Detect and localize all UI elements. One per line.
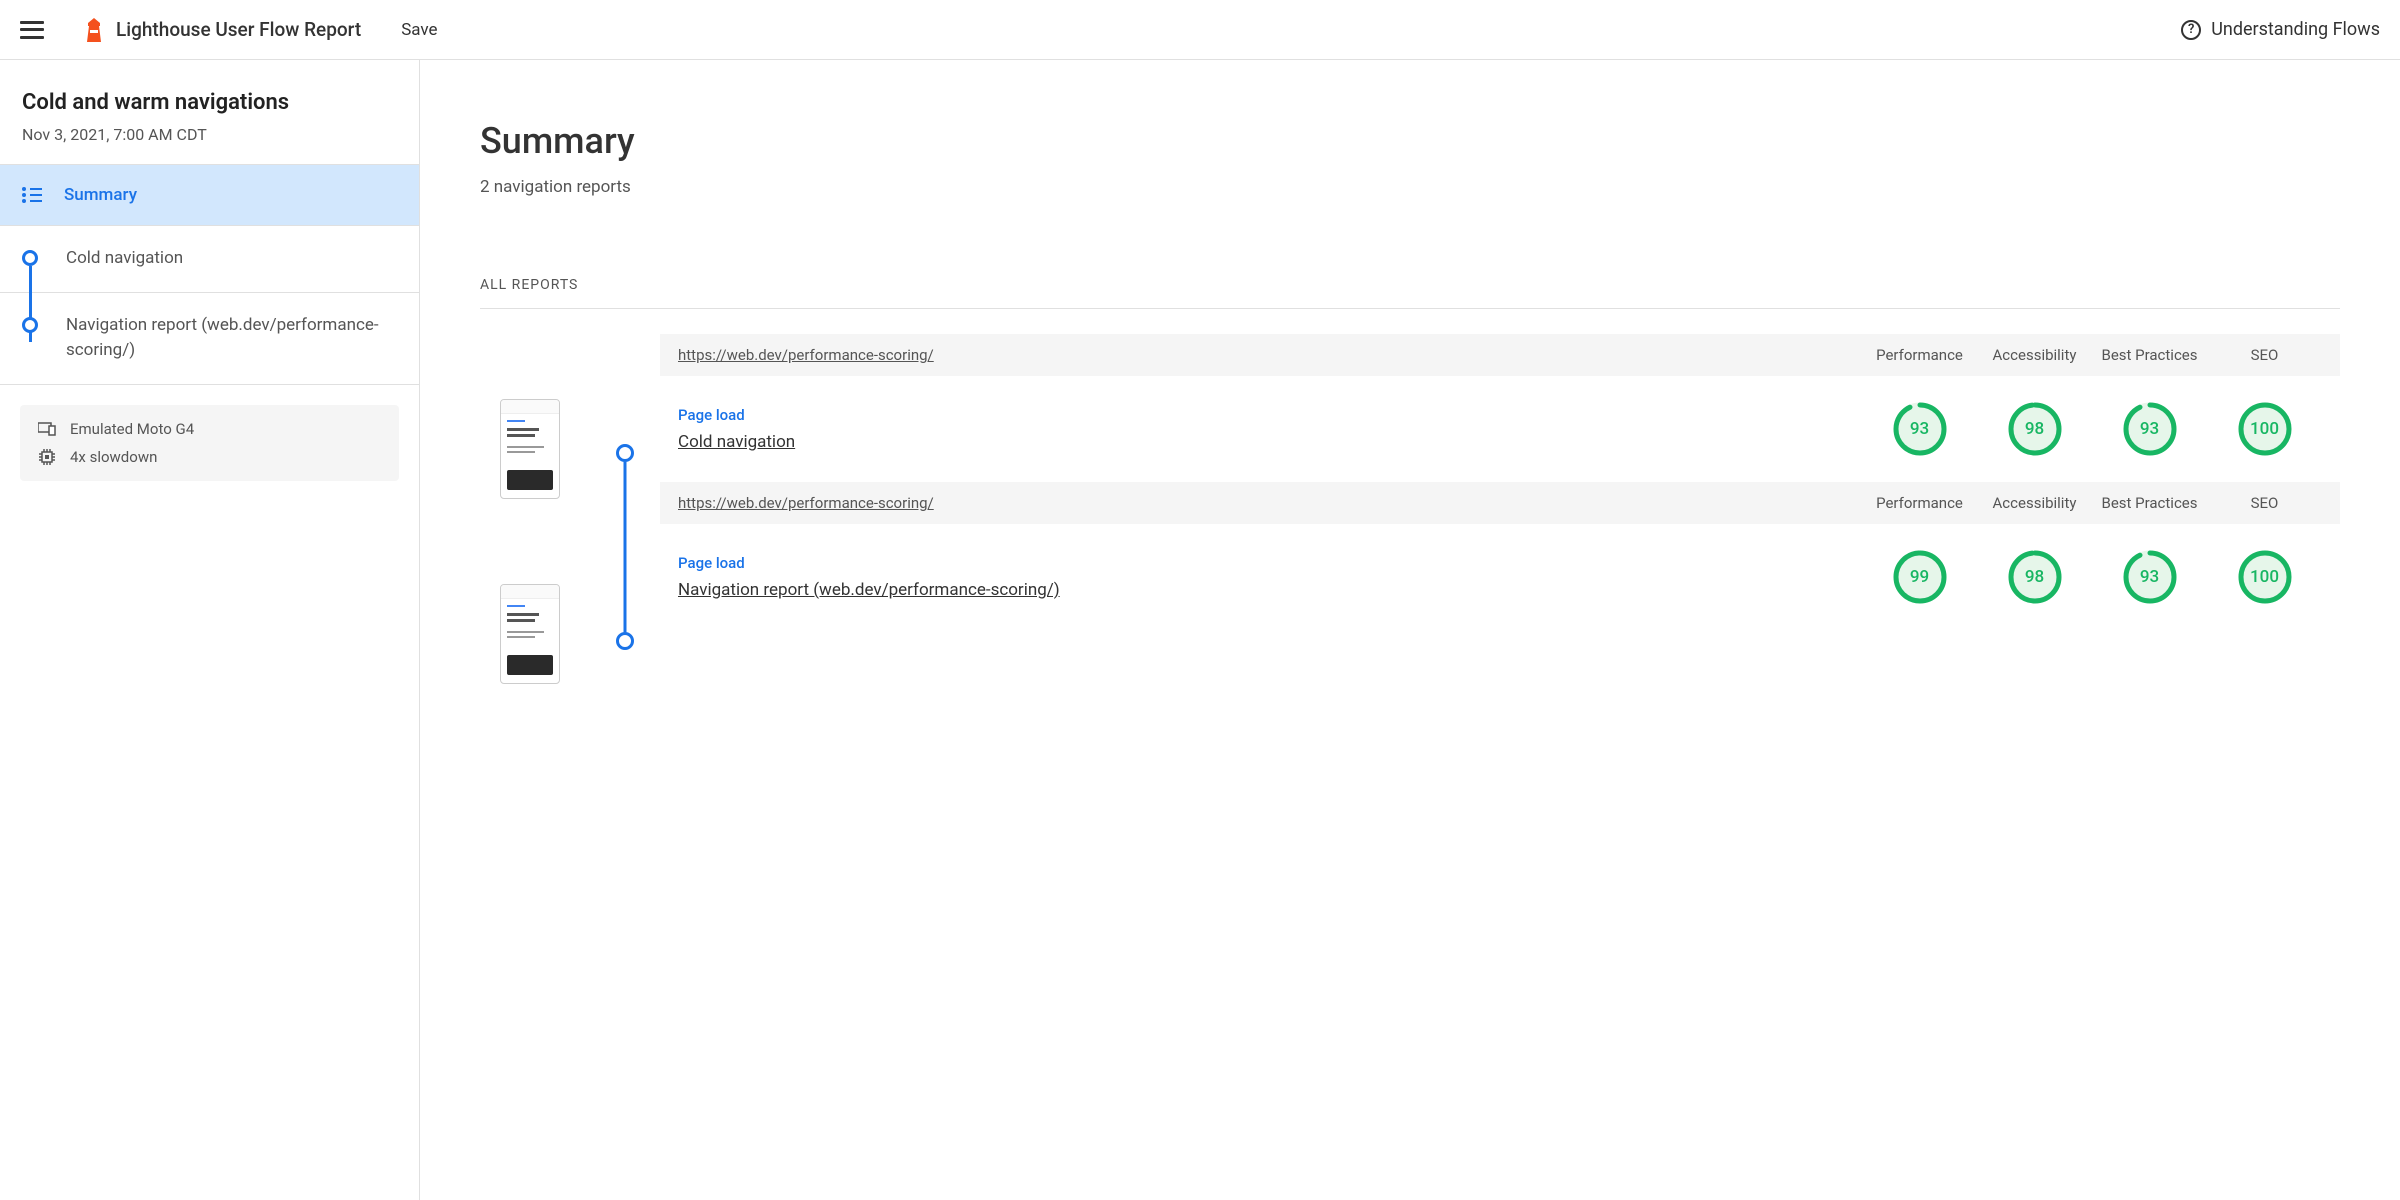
- col-head-best-practices: Best Practices: [2092, 494, 2207, 512]
- help-link[interactable]: ? Understanding Flows: [2181, 19, 2380, 40]
- score-gauge-best-practices[interactable]: 93: [2122, 401, 2178, 457]
- page-title: Summary: [480, 120, 2340, 162]
- report-type-label: Page load: [678, 406, 1862, 424]
- report-header: https://web.dev/performance-scoring/ Per…: [660, 334, 2340, 376]
- sidebar-item-step[interactable]: Navigation report (web.dev/performance-s…: [0, 293, 419, 385]
- main-content: Summary 2 navigation reports ALL REPORTS: [420, 60, 2400, 1200]
- report-thumbnail[interactable]: [500, 584, 560, 684]
- devices-icon: [38, 422, 56, 436]
- meta-device: Emulated Moto G4: [70, 420, 194, 438]
- col-head-seo: SEO: [2207, 494, 2322, 512]
- divider: [480, 308, 2340, 309]
- col-head-accessibility: Accessibility: [1977, 494, 2092, 512]
- report-url-link[interactable]: https://web.dev/performance-scoring/: [678, 346, 1862, 364]
- sidebar-step-label: Navigation report (web.dev/performance-s…: [66, 313, 397, 364]
- timeline-circle-icon: [616, 632, 634, 650]
- step-circle-icon: [22, 317, 38, 333]
- help-label: Understanding Flows: [2211, 19, 2380, 40]
- lighthouse-icon: [84, 18, 104, 42]
- sidebar-item-summary[interactable]: Summary: [0, 165, 419, 226]
- score-gauge-accessibility[interactable]: 98: [2007, 549, 2063, 605]
- report-name-link[interactable]: Cold navigation: [678, 432, 1862, 452]
- timeline-circle-icon: [616, 444, 634, 462]
- help-icon: ?: [2181, 20, 2201, 40]
- list-icon: [22, 187, 42, 203]
- meta-cpu: 4x slowdown: [70, 448, 157, 466]
- score-gauge-accessibility[interactable]: 98: [2007, 401, 2063, 457]
- report-type-label: Page load: [678, 554, 1862, 572]
- report-block: https://web.dev/performance-scoring/ Per…: [660, 334, 2340, 482]
- col-head-seo: SEO: [2207, 346, 2322, 364]
- sidebar: Cold and warm navigations Nov 3, 2021, 7…: [0, 60, 420, 1200]
- flow-date: Nov 3, 2021, 7:00 AM CDT: [22, 125, 397, 144]
- score-gauge-seo[interactable]: 100: [2237, 401, 2293, 457]
- step-circle-icon: [22, 250, 38, 266]
- all-reports-heading: ALL REPORTS: [480, 277, 2340, 293]
- report-header: https://web.dev/performance-scoring/ Per…: [660, 482, 2340, 524]
- col-head-performance: Performance: [1862, 346, 1977, 364]
- topbar: Lighthouse User Flow Report Save ? Under…: [0, 0, 2400, 60]
- score-gauge-performance[interactable]: 93: [1892, 401, 1948, 457]
- flow-title: Cold and warm navigations: [22, 90, 397, 115]
- report-block: https://web.dev/performance-scoring/ Per…: [660, 482, 2340, 630]
- sidebar-item-step[interactable]: Cold navigation: [0, 226, 419, 293]
- sidebar-summary-label: Summary: [64, 185, 137, 205]
- col-head-accessibility: Accessibility: [1977, 346, 2092, 364]
- col-head-performance: Performance: [1862, 494, 1977, 512]
- report-name-link[interactable]: Navigation report (web.dev/performance-s…: [678, 580, 1862, 600]
- score-gauge-seo[interactable]: 100: [2237, 549, 2293, 605]
- save-button[interactable]: Save: [401, 20, 437, 40]
- col-head-best-practices: Best Practices: [2092, 346, 2207, 364]
- page-subtitle: 2 navigation reports: [480, 177, 2340, 197]
- sidebar-step-label: Cold navigation: [66, 246, 183, 272]
- menu-icon[interactable]: [20, 21, 44, 39]
- cpu-icon: [38, 450, 56, 464]
- report-thumbnail[interactable]: [500, 399, 560, 499]
- score-gauge-best-practices[interactable]: 93: [2122, 549, 2178, 605]
- score-gauge-performance[interactable]: 99: [1892, 549, 1948, 605]
- report-url-link[interactable]: https://web.dev/performance-scoring/: [678, 494, 1862, 512]
- app-title: Lighthouse User Flow Report: [116, 18, 361, 41]
- sidebar-meta: Emulated Moto G4 4x slowdown: [20, 405, 399, 481]
